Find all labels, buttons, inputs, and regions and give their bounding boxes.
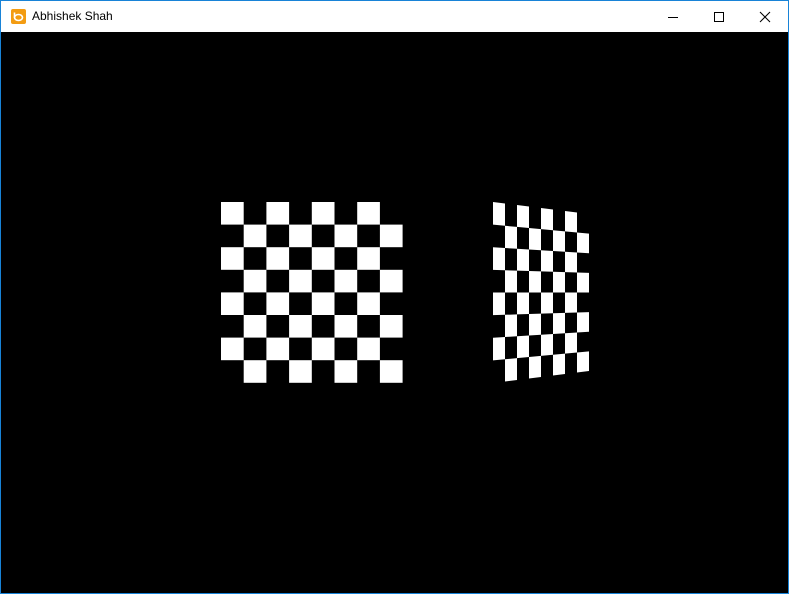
checker-square bbox=[334, 315, 358, 338]
checker-square bbox=[266, 292, 290, 315]
checker-square bbox=[553, 353, 565, 376]
checker-square bbox=[243, 360, 267, 383]
checker-square bbox=[577, 351, 589, 373]
checker-square bbox=[541, 292, 553, 314]
maximize-icon bbox=[714, 12, 724, 22]
checker-square bbox=[221, 202, 244, 225]
checker-square bbox=[311, 202, 335, 225]
checker-square bbox=[357, 292, 380, 315]
checker-square bbox=[379, 224, 403, 248]
close-icon bbox=[759, 11, 771, 23]
checker-square bbox=[505, 314, 517, 337]
checker-square bbox=[517, 205, 529, 228]
checker-square bbox=[517, 248, 529, 271]
checker-square bbox=[379, 269, 403, 293]
checker-square bbox=[311, 247, 335, 270]
maximize-button[interactable] bbox=[696, 1, 742, 32]
checker-square bbox=[379, 360, 403, 383]
checker-square bbox=[577, 312, 589, 333]
checker-square bbox=[221, 337, 244, 361]
checker-square bbox=[517, 292, 529, 315]
checker-square bbox=[565, 332, 577, 354]
close-button[interactable] bbox=[742, 1, 788, 32]
checker-square bbox=[289, 315, 312, 338]
checker-square bbox=[529, 228, 541, 251]
checker-square bbox=[289, 224, 312, 248]
minimize-icon bbox=[668, 17, 678, 18]
checker-square bbox=[357, 337, 380, 361]
checker-square bbox=[289, 360, 312, 383]
checker-square bbox=[505, 225, 517, 249]
checker-square bbox=[565, 211, 577, 233]
checker-square bbox=[565, 292, 577, 313]
checker-square bbox=[565, 251, 577, 273]
scene-canvas bbox=[1, 32, 788, 593]
checker-square bbox=[493, 247, 505, 271]
checker-square bbox=[266, 337, 290, 361]
checker-square bbox=[334, 360, 358, 383]
checker-square bbox=[577, 232, 589, 254]
checker-square bbox=[221, 247, 244, 270]
checker-square bbox=[553, 312, 565, 334]
checker-square bbox=[289, 269, 312, 293]
checker-square bbox=[266, 202, 290, 225]
checker-square bbox=[529, 355, 541, 379]
checker-square bbox=[357, 247, 380, 270]
checker-square bbox=[221, 292, 244, 315]
checker-square bbox=[505, 270, 517, 293]
checker-square bbox=[577, 272, 589, 293]
minimize-button[interactable] bbox=[650, 1, 696, 32]
checker-square bbox=[379, 315, 403, 338]
checker-square bbox=[311, 292, 335, 315]
checker-square bbox=[243, 269, 267, 293]
app-icon[interactable] bbox=[11, 9, 26, 24]
checker-square bbox=[505, 358, 517, 382]
checker-square bbox=[553, 271, 565, 293]
checker-square bbox=[541, 208, 553, 231]
checker-square bbox=[553, 230, 565, 252]
checker-square bbox=[266, 247, 290, 270]
checker-square bbox=[541, 334, 553, 356]
checker-square bbox=[357, 202, 380, 225]
window-title: Abhishek Shah bbox=[32, 9, 113, 23]
checker-square bbox=[493, 202, 505, 226]
checker-square bbox=[493, 292, 505, 316]
app-window: Abhishek Shah bbox=[0, 0, 789, 594]
title-bar[interactable]: Abhishek Shah bbox=[1, 1, 788, 32]
checker-square bbox=[243, 315, 267, 338]
checker-square bbox=[311, 337, 335, 361]
checker-square bbox=[517, 335, 529, 359]
checker-square bbox=[243, 224, 267, 248]
checker-square bbox=[529, 313, 541, 336]
checker-square bbox=[334, 224, 358, 248]
checker-square bbox=[541, 250, 553, 272]
checker-square bbox=[493, 337, 505, 361]
checker-square bbox=[334, 269, 358, 293]
render-viewport[interactable] bbox=[1, 32, 788, 593]
checker-square bbox=[529, 271, 541, 293]
